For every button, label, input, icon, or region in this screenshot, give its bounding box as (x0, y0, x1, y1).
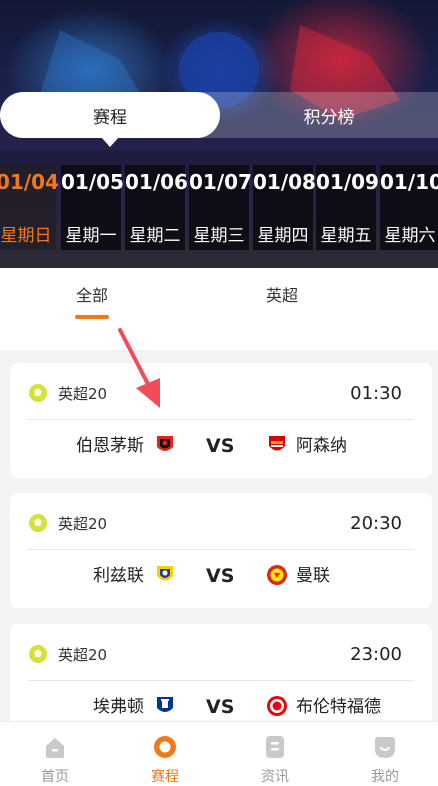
match-card[interactable]: 英超20 01:30 伯恩茅斯 VS 阿森纳 (10, 363, 432, 478)
home-team: 埃弗顿 (93, 697, 144, 717)
brentford-crest-icon (267, 696, 287, 716)
date-value: 01/04 (0, 170, 59, 194)
leeds-crest-icon (157, 566, 173, 581)
nav-schedule-label: 赛程 (151, 769, 179, 785)
nav-schedule[interactable]: 赛程 (110, 722, 220, 786)
man-utd-crest-icon (267, 565, 287, 585)
date-value: 01/09 (316, 170, 379, 194)
date-item-0106[interactable]: 01/06 星期二 (125, 165, 188, 250)
league-name: 英超20 (58, 515, 108, 533)
away-team: 曼联 (296, 566, 330, 586)
news-icon (266, 736, 284, 758)
match-time: 01:30 (350, 383, 402, 404)
filter-tab-all[interactable]: 全部 (74, 282, 110, 319)
filter-tab-label: 英超 (266, 286, 299, 305)
league-filter-tabs: 全部 英超 (0, 268, 438, 350)
match-time: 20:30 (350, 513, 402, 534)
nav-news-label: 资讯 (261, 769, 289, 785)
home-icon (46, 738, 64, 758)
hero-banner: 赛程 积分榜 01/04 星期日 01/05 星期一 01/06 星期二 01/… (0, 0, 438, 268)
soccer-ball-icon (29, 384, 47, 402)
nav-home-label: 首页 (41, 769, 69, 785)
date-strip: 01/04 星期日 01/05 星期一 01/06 星期二 01/07 星期三 … (0, 165, 438, 250)
date-value: 01/06 (125, 170, 188, 194)
home-team: 伯恩茅斯 (76, 436, 144, 456)
date-item-0107[interactable]: 01/07 星期三 (189, 165, 252, 250)
tab-standings-label: 积分榜 (303, 107, 355, 128)
versus-label: VS (206, 696, 235, 718)
filter-tab-label: 全部 (76, 286, 109, 305)
date-item-0104[interactable]: 01/04 星期日 (0, 165, 59, 250)
profile-icon (375, 737, 395, 758)
date-item-0110[interactable]: 01/10 星期六 (380, 165, 438, 250)
card-divider (28, 549, 414, 550)
date-value: 01/07 (189, 170, 252, 194)
soccer-ball-icon (29, 514, 47, 532)
bottom-navigation: 首页 赛程 资讯 我的 (0, 721, 438, 786)
league-name: 英超20 (58, 385, 108, 403)
date-item-0105[interactable]: 01/05 星期一 (61, 165, 124, 250)
date-weekday: 星期六 (384, 226, 436, 246)
segment-tabs: 赛程 积分榜 (0, 92, 438, 147)
soccer-ball-icon (29, 645, 47, 663)
card-divider (28, 419, 414, 420)
everton-crest-icon (157, 697, 173, 712)
date-item-0109[interactable]: 01/09 星期五 (316, 165, 379, 250)
filter-tab-premier-league[interactable]: 英超 (266, 282, 298, 306)
bournemouth-crest-icon (157, 436, 173, 451)
away-team: 阿森纳 (296, 436, 347, 456)
versus-label: VS (206, 435, 235, 457)
home-team: 利兹联 (93, 566, 144, 586)
nav-profile[interactable]: 我的 (330, 722, 438, 786)
tab-schedule[interactable]: 赛程 (0, 92, 220, 147)
nav-home[interactable]: 首页 (0, 722, 110, 786)
nav-profile-label: 我的 (371, 769, 399, 785)
schedule-icon (154, 736, 176, 758)
match-card[interactable]: 英超20 20:30 利兹联 VS 曼联 (10, 493, 432, 608)
nav-news[interactable]: 资讯 (220, 722, 330, 786)
arsenal-crest-icon (269, 436, 285, 451)
date-value: 01/05 (61, 170, 124, 194)
card-divider (28, 680, 414, 681)
annotation-arrow-icon (118, 328, 160, 408)
tab-standings[interactable]: 积分榜 (220, 92, 438, 138)
versus-label: VS (206, 565, 235, 587)
date-value: 01/10 (380, 170, 438, 194)
league-name: 英超20 (58, 646, 108, 664)
match-time: 23:00 (350, 644, 402, 665)
tab-schedule-label: 赛程 (93, 107, 127, 128)
date-value: 01/08 (253, 170, 316, 194)
away-team: 布伦特福德 (296, 697, 381, 717)
